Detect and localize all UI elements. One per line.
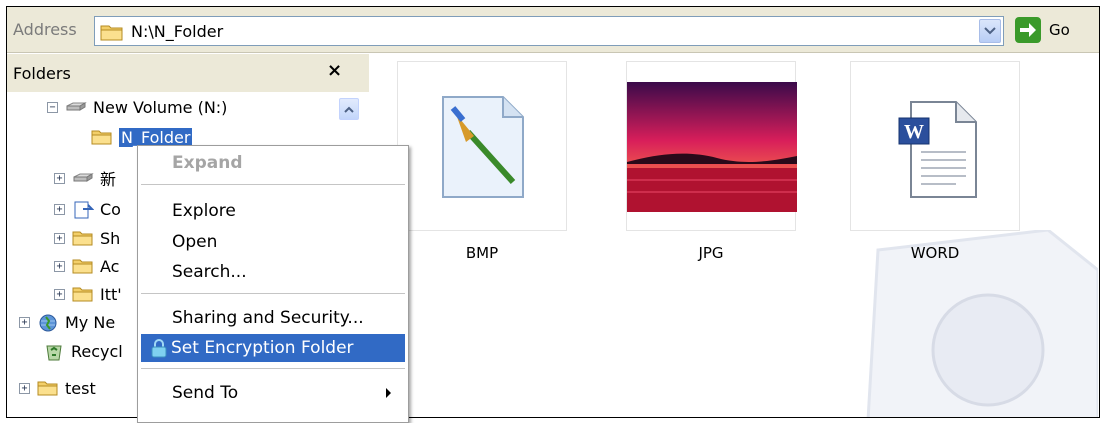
menu-separator [141, 368, 405, 369]
menu-item-label: Send To [172, 383, 239, 403]
address-input[interactable]: N:\N_Folder [94, 16, 1004, 46]
menu-item-explore[interactable]: Explore [141, 197, 405, 225]
folder-icon [72, 229, 94, 247]
paint-bitmap-icon [442, 96, 524, 198]
tree-item-ac[interactable]: + Ac [54, 253, 119, 279]
file-list-pane: BMP JPG W WORD [369, 54, 1099, 417]
folder-icon [72, 285, 94, 303]
tree-item-label: Ac [100, 256, 120, 276]
tree-item-label: New Volume (N:) [93, 97, 228, 117]
file-name-jpg[interactable]: JPG [626, 244, 796, 262]
tree-item-new-volume[interactable]: − New Volume (N:) [47, 94, 227, 120]
menu-item-send-to[interactable]: Send To [141, 379, 405, 407]
address-path: N:\N_Folder [131, 22, 224, 41]
expand-icon[interactable]: + [54, 232, 65, 244]
tree-item-label: Recycl [71, 341, 123, 361]
file-name-word[interactable]: WORD [850, 244, 1020, 262]
address-label: Address [13, 20, 77, 39]
tree-item-my-network[interactable]: + My Ne [19, 309, 115, 335]
lock-icon [149, 338, 169, 363]
tree-item-label: Co [100, 199, 121, 219]
expand-icon[interactable]: + [54, 260, 65, 272]
address-dropdown-button[interactable] [979, 19, 1001, 43]
file-thumbnail-word[interactable]: W [850, 61, 1020, 231]
menu-separator [141, 293, 405, 294]
tree-item-itt[interactable]: + Itt' [54, 281, 122, 307]
close-icon[interactable]: × [327, 60, 342, 81]
tree-item-test[interactable]: + test [19, 375, 96, 401]
menu-item-search[interactable]: Search... [141, 258, 405, 286]
tree-item-label: Sh [100, 228, 121, 248]
network-icon [37, 313, 59, 332]
context-menu: Expand Explore Open Search... Sharing an… [137, 145, 409, 423]
file-thumbnail-bmp[interactable] [397, 61, 567, 231]
tree-item-label: N_Folder [119, 127, 193, 147]
file-name-bmp[interactable]: BMP [397, 244, 567, 262]
expand-icon[interactable]: + [19, 382, 30, 394]
folder-icon [91, 128, 113, 146]
folder-icon [72, 257, 94, 275]
expand-icon[interactable]: + [54, 288, 65, 300]
chevron-up-icon [344, 106, 354, 113]
tree-item-sh[interactable]: + Sh [54, 225, 120, 251]
sunset-photo-thumbnail [627, 82, 797, 212]
tree-item-recycle-bin[interactable]: Recycl [43, 338, 123, 364]
word-document-icon: W [898, 101, 977, 198]
folder-icon [37, 379, 59, 397]
menu-item-label: Set Encryption Folder [171, 338, 354, 358]
tree-item-label: 新 [100, 170, 117, 189]
menu-item-sharing-security[interactable]: Sharing and Security... [141, 304, 405, 332]
tree-item-control-panel[interactable]: + Co [54, 196, 121, 222]
file-thumbnail-jpg[interactable] [626, 61, 797, 231]
chevron-down-icon [984, 27, 996, 35]
drive-icon [72, 169, 94, 187]
collapse-icon[interactable]: − [47, 101, 58, 113]
menu-item-open[interactable]: Open [141, 228, 405, 256]
folder-icon [100, 23, 124, 45]
submenu-arrow-icon [386, 388, 391, 398]
control-panel-icon [72, 200, 95, 219]
drive-icon [65, 98, 87, 116]
menu-separator [141, 184, 405, 185]
folders-title: Folders [13, 64, 71, 83]
tree-item-label: Itt' [100, 284, 122, 304]
tree-item-drive[interactable]: + 新 [54, 165, 116, 191]
arrow-right-icon [1015, 17, 1041, 43]
tree-item-label: test [65, 378, 96, 398]
expand-icon[interactable]: + [19, 316, 30, 328]
expand-icon[interactable]: + [54, 172, 65, 184]
menu-item-expand[interactable]: Expand [141, 149, 405, 177]
expand-icon[interactable]: + [54, 203, 65, 215]
recycle-bin-icon [43, 342, 65, 361]
scroll-up-button[interactable] [339, 98, 359, 120]
go-label: Go [1049, 21, 1070, 39]
tree-item-label: My Ne [65, 312, 116, 332]
address-bar: Address N:\N_Folder Go [7, 7, 1099, 53]
menu-item-set-encryption-folder[interactable]: Set Encryption Folder [141, 334, 405, 362]
folders-header: Folders × [7, 54, 369, 92]
svg-text:W: W [904, 121, 924, 143]
go-button[interactable]: Go [1015, 17, 1070, 43]
